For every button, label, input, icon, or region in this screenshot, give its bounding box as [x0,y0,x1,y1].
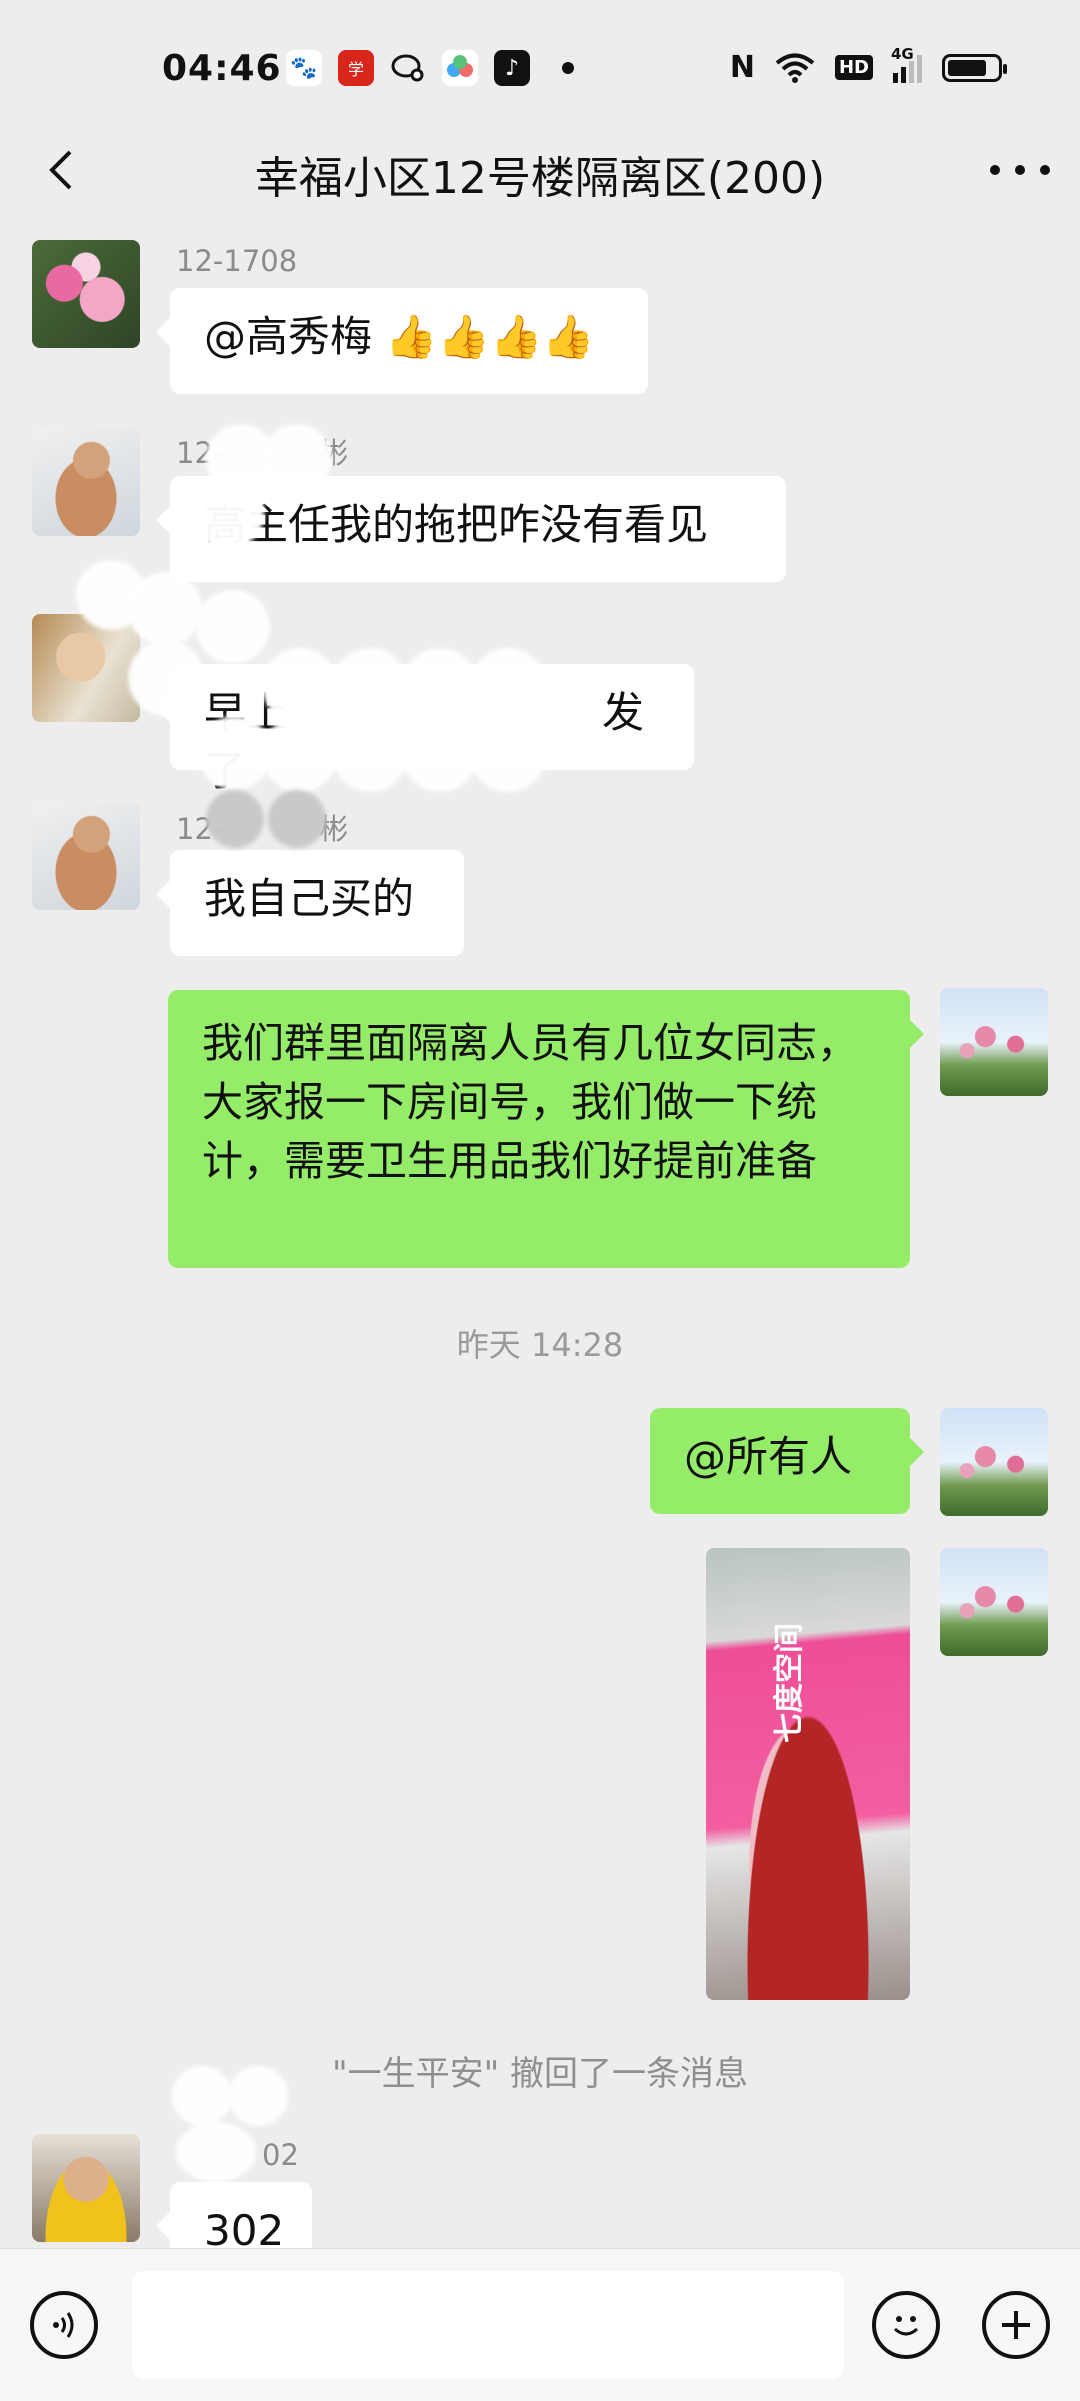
avatar[interactable] [32,614,140,722]
plus-icon [1002,2311,1030,2339]
self-avatar[interactable] [940,988,1048,1096]
timestamp: 昨天 14:28 [456,1326,624,1364]
nfc-icon: N [729,50,755,85]
baidu-icon: 🐾 [286,50,322,86]
sender-name: 02 [262,2138,299,2172]
recall-notice: "一生平安" 撤回了一条消息 [331,2054,749,2094]
voice-input-button[interactable] [30,2291,98,2359]
message-bubble[interactable]: 高主任我的拖把咋没有看见 [156,476,786,582]
message-bubble-self[interactable]: 我们群里面隔离人员有几位女同志，大家报一下房间号，我们做一下统计，需要卫生用品我… [168,990,924,1268]
cloud-icon [442,50,478,86]
chat-header: 幸福小区12号楼隔离区(200) [0,120,1080,220]
self-avatar[interactable] [940,1548,1048,1656]
system-icons: N HD 4G [729,45,1007,85]
tiktok-icon: ♪ [494,50,530,86]
status-time: 04:46 [162,48,282,89]
product-label: 七度空间 [772,1623,807,1743]
more-notifications-dot [562,62,574,74]
message-bubble-self[interactable]: @所有人 [650,1408,924,1514]
avatar[interactable] [32,2134,140,2242]
avatar[interactable] [32,240,140,348]
message-bubble[interactable]: 我自己买的 [156,850,464,956]
notification-icons: 🐾 学 ♪ [286,50,574,86]
more-dot-icon [1040,165,1050,175]
hd-badge: HD [834,55,873,80]
more-dot-icon [990,165,1000,175]
sender-name: 12-1708 [176,244,298,278]
battery-level [948,59,986,76]
chat-bubble-icon [390,50,426,86]
status-bar: 04:46 🐾 学 ♪ N HD 4G [0,0,1080,140]
input-bar [0,2248,1080,2401]
emoji-icon [893,2316,919,2336]
battery-icon [942,53,1007,82]
voice-icon [53,2312,74,2338]
wifi-icon [775,53,815,83]
message-bubble[interactable]: @高秀梅 👍👍👍👍 [156,288,648,394]
network-type-label: 4G [891,44,914,63]
add-attachment-button[interactable] [982,2291,1050,2359]
avatar[interactable] [32,428,140,536]
emoji-button[interactable] [872,2291,940,2359]
more-dot-icon [1015,165,1025,175]
image-message[interactable]: 七度空间 [706,1548,910,2000]
self-avatar[interactable] [940,1408,1048,1516]
signal-icon: 4G [891,45,922,83]
message-input[interactable] [132,2271,844,2379]
more-options-button[interactable] [990,140,1050,200]
xuexi-icon: 学 [338,50,374,86]
avatar[interactable] [32,802,140,910]
chat-title: 幸福小区12号楼隔离区(200) [254,153,826,204]
